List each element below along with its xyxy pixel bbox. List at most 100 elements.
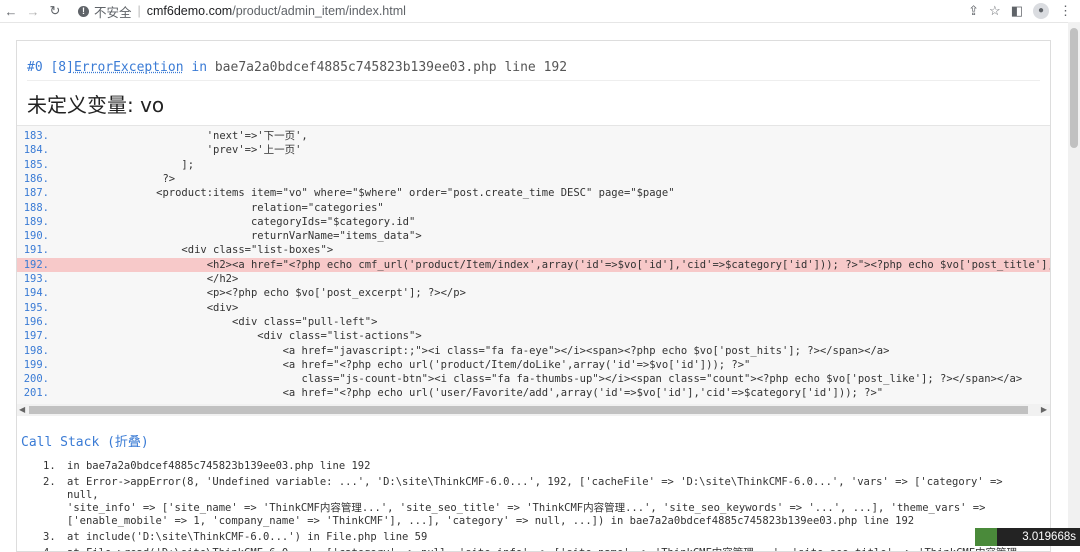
code-line-error: 192. <h2><a href="<?php echo cmf_url('pr… bbox=[17, 257, 1050, 272]
exception-code: [8] bbox=[50, 60, 74, 75]
line-code: ]; bbox=[55, 158, 195, 171]
call-stack-text: in bae7a2a0bdcef4885c745823b139ee03.php … bbox=[67, 460, 371, 472]
line-code: <div class="list-actions"> bbox=[55, 330, 422, 343]
line-code: <div class="list-boxes"> bbox=[55, 244, 334, 257]
execution-time: 3.019668s bbox=[997, 528, 1080, 546]
code-line: 193. </h2> bbox=[17, 272, 1050, 286]
line-number: 198. bbox=[23, 344, 49, 357]
code-line: 184. 'prev'=>'上一页' bbox=[17, 143, 1050, 157]
code-line: 198. <a href="javascript:;"><i class="fa… bbox=[17, 344, 1050, 358]
line-code: relation="categories" bbox=[55, 201, 384, 214]
call-stack-item: 1. in bae7a2a0bdcef4885c745823b139ee03.ph… bbox=[27, 460, 1027, 473]
reload-icon[interactable]: ↻ bbox=[44, 3, 66, 19]
line-number: 185. bbox=[23, 158, 49, 171]
line-number: 187. bbox=[23, 187, 49, 200]
line-number: 188. bbox=[23, 201, 49, 214]
warning-icon[interactable]: ! bbox=[78, 5, 89, 17]
call-stack-number: 4. bbox=[43, 547, 56, 551]
exception-panel: #0 [8]ErrorException in bae7a2a0bdcef488… bbox=[16, 40, 1051, 552]
bookmark-star-icon[interactable]: ☆ bbox=[989, 3, 1001, 19]
line-number: 191. bbox=[23, 244, 49, 257]
line-code: categoryIds="$category.id" bbox=[55, 215, 416, 228]
line-number: 190. bbox=[23, 230, 49, 243]
line-number: 194. bbox=[23, 287, 49, 300]
line-number: 193. bbox=[23, 273, 49, 285]
address-separator: | bbox=[137, 4, 141, 18]
profile-avatar-icon[interactable]: ● bbox=[1033, 3, 1049, 19]
exception-in-word: in bbox=[191, 60, 208, 75]
url-host: cmf6demo.com bbox=[146, 4, 233, 18]
exception-line: line 192 bbox=[504, 60, 568, 75]
code-line: 189. categoryIds="$category.id" bbox=[17, 215, 1050, 229]
exception-file: bae7a2a0bdcef4885c745823b139ee03.php bbox=[214, 60, 497, 75]
line-number: 200. bbox=[23, 373, 49, 386]
debug-logo-icon bbox=[975, 528, 997, 546]
page-scroll-thumb[interactable] bbox=[1070, 28, 1078, 148]
line-code: 'prev'=>'上一页' bbox=[55, 144, 302, 157]
back-arrow-icon[interactable]: ← bbox=[0, 4, 22, 19]
menu-kebab-icon[interactable]: ⋮ bbox=[1059, 3, 1072, 19]
code-line: 190. returnVarName="items_data"> bbox=[17, 229, 1050, 243]
code-line: 186. ?> bbox=[17, 172, 1050, 186]
exception-number: #0 bbox=[27, 60, 43, 75]
call-stack-text: at File->read('D:\site\ThinkCMF-6.0...',… bbox=[67, 547, 1017, 551]
line-code: <div> bbox=[55, 301, 239, 314]
scroll-left-arrow-icon[interactable]: ◀ bbox=[19, 404, 25, 416]
scroll-right-arrow-icon[interactable]: ▶ bbox=[1041, 404, 1047, 416]
url-path: /product/admin_item/index.html bbox=[232, 4, 406, 18]
code-line: 196. <div class="pull-left"> bbox=[17, 315, 1050, 329]
line-number: 199. bbox=[23, 358, 49, 371]
debug-timer-badge[interactable]: 3.019668s bbox=[975, 528, 1080, 546]
code-line: 191. <div class="list-boxes"> bbox=[17, 243, 1050, 257]
code-line: 201. <a href="<?php echo url('user/Favor… bbox=[17, 386, 1050, 400]
source-code-view: 183. 'next'=>'下一页', 184. 'prev'=>'上一页' 185… bbox=[17, 125, 1050, 405]
page-vertical-scrollbar[interactable] bbox=[1068, 22, 1080, 546]
line-number: 195. bbox=[23, 301, 49, 314]
code-line: 200. class="js-count-btn"><i class="fa f… bbox=[17, 372, 1050, 386]
line-number: 192. bbox=[23, 258, 49, 271]
code-line: 187. <product:items item="vo" where="$wh… bbox=[17, 186, 1050, 200]
call-stack-text: at Error->appError(8, 'Undefined variabl… bbox=[67, 476, 1003, 527]
line-code: <product:items item="vo" where="$where" … bbox=[55, 187, 675, 200]
line-code: <div class="pull-left"> bbox=[55, 315, 378, 328]
call-stack-item: 3. at include('D:\site\ThinkCMF-6.0...') … bbox=[27, 531, 1027, 544]
line-code: 'next'=>'下一页', bbox=[55, 130, 308, 142]
code-line: 194. <p><?php echo $vo['post_excerpt']; … bbox=[17, 286, 1050, 300]
code-scroll-thumb[interactable] bbox=[29, 406, 1028, 414]
exception-class-link[interactable]: ErrorException bbox=[74, 60, 184, 75]
share-icon[interactable]: ⇪ bbox=[968, 3, 979, 19]
line-code: <h2><a href="<?php echo cmf_url('product… bbox=[55, 258, 1050, 271]
code-line: 185. ]; bbox=[17, 158, 1050, 172]
line-number: 196. bbox=[23, 315, 49, 328]
line-code: </h2> bbox=[55, 273, 239, 285]
call-stack-number: 2. bbox=[43, 476, 56, 488]
line-code: <p><?php echo $vo['post_excerpt']; ?></p… bbox=[55, 287, 466, 300]
header-divider bbox=[27, 80, 1040, 81]
call-stack-toggle[interactable]: Call Stack (折叠) bbox=[21, 431, 149, 450]
code-line: 183. 'next'=>'下一页', bbox=[17, 129, 1050, 143]
line-code: <a href="<?php echo url('product/Item/do… bbox=[55, 358, 751, 371]
line-number: 184. bbox=[23, 144, 49, 157]
call-stack-item: 4. at File->read('D:\site\ThinkCMF-6.0...… bbox=[27, 547, 1027, 551]
line-number: 186. bbox=[23, 172, 49, 185]
code-line: 199. <a href="<?php echo url('product/It… bbox=[17, 358, 1050, 372]
exception-header: #0 [8]ErrorException in bae7a2a0bdcef488… bbox=[27, 60, 567, 75]
security-label: 不安全 bbox=[94, 5, 132, 20]
call-stack-number: 3. bbox=[43, 531, 56, 543]
code-line: 197. <div class="list-actions"> bbox=[17, 329, 1050, 343]
line-code: <a href="javascript:;"><i class="fa fa-e… bbox=[55, 344, 890, 357]
line-code: class="js-count-btn"><i class="fa fa-thu… bbox=[55, 373, 1023, 386]
code-line: 188. relation="categories" bbox=[17, 201, 1050, 215]
code-horizontal-scrollbar[interactable]: ◀ ▶ bbox=[17, 404, 1050, 416]
call-stack-item: 2. at Error->appError(8, 'Undefined varia… bbox=[27, 476, 1027, 528]
line-number: 197. bbox=[23, 330, 49, 343]
line-code: returnVarName="items_data"> bbox=[55, 230, 422, 243]
address-bar[interactable]: ! 不安全 | cmf6demo.com/product/admin_item/… bbox=[72, 1, 969, 21]
sidebar-toggle-icon[interactable]: ◧ bbox=[1011, 3, 1023, 19]
forward-arrow-icon[interactable]: → bbox=[22, 4, 44, 19]
line-code: <a href="<?php echo url('user/Favorite/a… bbox=[55, 387, 884, 400]
exception-message: 未定义变量: vo bbox=[27, 93, 165, 117]
line-code: ?> bbox=[55, 172, 176, 185]
line-number: 183. bbox=[23, 130, 49, 142]
call-stack-text: at include('D:\site\ThinkCMF-6.0...') in… bbox=[67, 531, 428, 543]
